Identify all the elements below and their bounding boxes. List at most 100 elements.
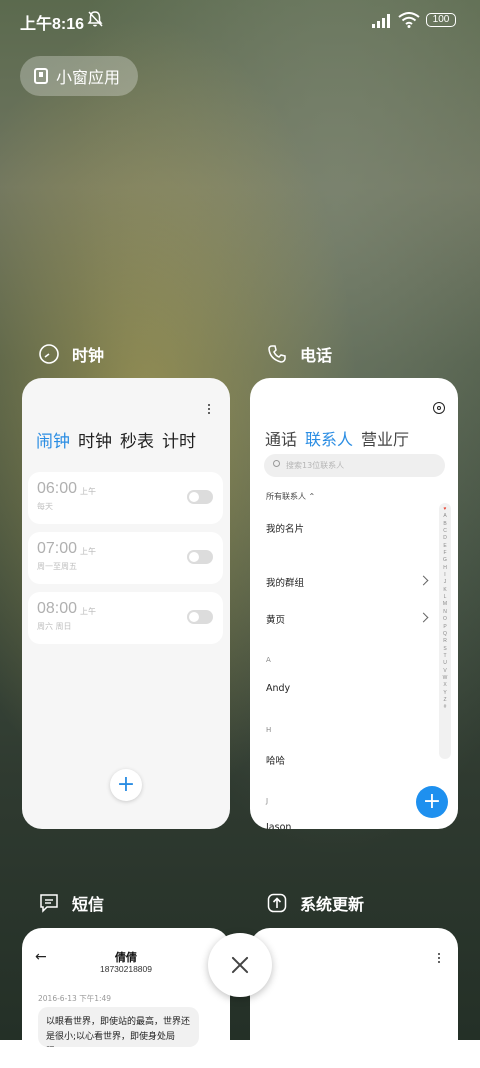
update-app-card[interactable] <box>250 928 458 1068</box>
alarm-time: 06:00 <box>37 480 78 497</box>
clock-tabs: 闹钟 时钟 秒表 计时 <box>36 427 196 452</box>
small-window-label: 小窗应用 <box>56 68 121 87</box>
clock-icon <box>39 344 59 364</box>
index-letter[interactable]: R <box>443 638 447 645</box>
index-letter[interactable]: A <box>443 513 446 520</box>
sms-contact-name: 倩倩 <box>115 951 137 964</box>
section-letter: H <box>266 726 272 734</box>
small-window-button[interactable]: 小窗应用 <box>20 56 138 96</box>
index-letter[interactable]: U <box>443 660 447 667</box>
contact-row[interactable]: 哈哈 <box>266 753 285 767</box>
alarm-time: 07:00 <box>37 540 78 557</box>
section-letter: J <box>266 797 269 805</box>
alarm-repeat: 周一至周五 <box>37 562 77 571</box>
update-app-header: 系统更新 <box>266 891 364 915</box>
sms-contact-number: 18730218809 <box>99 964 152 974</box>
contact-search-input[interactable]: 搜索13位联系人 <box>264 454 445 477</box>
index-letter[interactable]: P <box>443 624 446 631</box>
tab-alarm[interactable]: 闹钟 <box>36 427 70 452</box>
phone-app-header: 电话 <box>266 342 332 366</box>
contact-row[interactable]: Jason <box>266 822 291 829</box>
signal-icon <box>372 14 390 28</box>
tab-calls[interactable]: 通话 <box>265 426 297 450</box>
index-letter[interactable]: V <box>443 668 446 675</box>
index-letter[interactable]: I <box>444 572 445 579</box>
contact-row[interactable]: Andy <box>266 683 290 694</box>
phone-app-title: 电话 <box>300 346 333 365</box>
more-menu-icon[interactable] <box>207 402 211 416</box>
system-update-icon <box>267 893 287 913</box>
phone-tabs: 通话 联系人 营业厅 <box>265 426 409 450</box>
update-app-title: 系统更新 <box>300 895 365 914</box>
more-menu-icon[interactable] <box>437 951 441 965</box>
settings-icon[interactable] <box>433 402 445 414</box>
index-letter[interactable]: B <box>443 521 446 528</box>
message-bubble[interactable]: 以眼看世界，即使站的最高，世界还是很小;以心看世界，即使身处局限， <box>38 1007 199 1047</box>
index-letter[interactable]: N <box>443 609 447 616</box>
bell-muted-icon <box>87 11 103 27</box>
tab-contacts[interactable]: 联系人 <box>305 426 353 450</box>
alarm-item[interactable]: 06:00 上午 每天 <box>28 472 223 524</box>
index-letter[interactable]: J <box>444 579 447 586</box>
favorites-heart-icon[interactable]: ♥ <box>444 506 447 513</box>
sms-app-header: 短信 <box>38 891 104 915</box>
index-letter[interactable]: L <box>444 594 447 601</box>
small-window-icon <box>34 68 48 84</box>
index-letter[interactable]: H <box>443 565 447 572</box>
search-icon <box>273 460 280 467</box>
yellow-pages-row[interactable]: 黄页 <box>266 612 285 626</box>
battery-level: 100 <box>432 14 450 25</box>
index-letter[interactable]: E <box>443 543 446 550</box>
my-card-row[interactable]: 我的名片 <box>266 521 304 535</box>
alarm-repeat: 周六 周日 <box>37 622 72 631</box>
tab-clock[interactable]: 时钟 <box>78 427 112 452</box>
alarm-toggle[interactable] <box>187 490 213 504</box>
section-letter: A <box>266 656 271 664</box>
index-letter[interactable]: Z <box>443 697 446 704</box>
search-placeholder: 搜索13位联系人 <box>286 461 345 470</box>
index-letter[interactable]: W <box>443 675 448 682</box>
all-contacts-filter[interactable]: 所有联系人 ⌃ <box>266 491 315 502</box>
my-groups-row[interactable]: 我的群组 <box>266 575 304 589</box>
index-letter[interactable]: Y <box>443 690 446 697</box>
alarm-ampm: 上午 <box>80 547 96 556</box>
sms-date: 2016-6-13 下午1:49 <box>38 994 112 1003</box>
index-letter[interactable]: X <box>443 682 446 689</box>
status-time: 上午8:16 <box>20 16 85 33</box>
battery-icon: 100 <box>426 13 456 27</box>
add-contact-button[interactable]: + <box>416 786 448 818</box>
alarm-ampm: 上午 <box>80 487 96 496</box>
wifi-icon <box>398 12 420 28</box>
alarm-repeat: 每天 <box>37 502 53 511</box>
index-letter[interactable]: F <box>443 550 446 557</box>
sms-app-title: 短信 <box>72 895 105 914</box>
add-alarm-button[interactable]: + <box>110 769 142 801</box>
index-letter[interactable]: T <box>443 653 446 660</box>
index-letter[interactable]: # <box>444 704 447 711</box>
status-bar: 上午8:16 100 <box>0 0 480 42</box>
message-icon <box>40 894 58 913</box>
index-letter[interactable]: S <box>443 646 446 653</box>
alphabet-index[interactable]: ♥ A B C D E F G H I J K L M N O P Q R S T U V W X Y Z # <box>439 503 451 759</box>
index-letter[interactable]: K <box>443 587 446 594</box>
all-contacts-label: 所有联系人 <box>266 492 306 501</box>
clock-app-header: 时钟 <box>38 342 104 366</box>
index-letter[interactable]: O <box>443 616 447 623</box>
close-all-button[interactable] <box>208 933 272 997</box>
phone-icon <box>268 345 286 363</box>
index-letter[interactable]: G <box>443 557 447 564</box>
tab-service-hall[interactable]: 营业厅 <box>361 426 409 450</box>
alarm-toggle[interactable] <box>187 550 213 564</box>
alarm-item[interactable]: 07:00 上午 周一至周五 <box>28 532 223 584</box>
tab-stopwatch[interactable]: 秒表 <box>120 427 154 452</box>
tab-timer[interactable]: 计时 <box>162 427 196 452</box>
alarm-toggle[interactable] <box>187 610 213 624</box>
index-letter[interactable]: M <box>443 601 447 608</box>
index-letter[interactable]: Q <box>443 631 447 638</box>
alarm-item[interactable]: 08:00 上午 周六 周日 <box>28 592 223 644</box>
alarm-ampm: 上午 <box>80 607 96 616</box>
index-letter[interactable]: D <box>443 535 447 542</box>
clock-app-title: 时钟 <box>72 346 105 365</box>
alarm-time: 08:00 <box>37 600 78 617</box>
index-letter[interactable]: C <box>443 528 447 535</box>
